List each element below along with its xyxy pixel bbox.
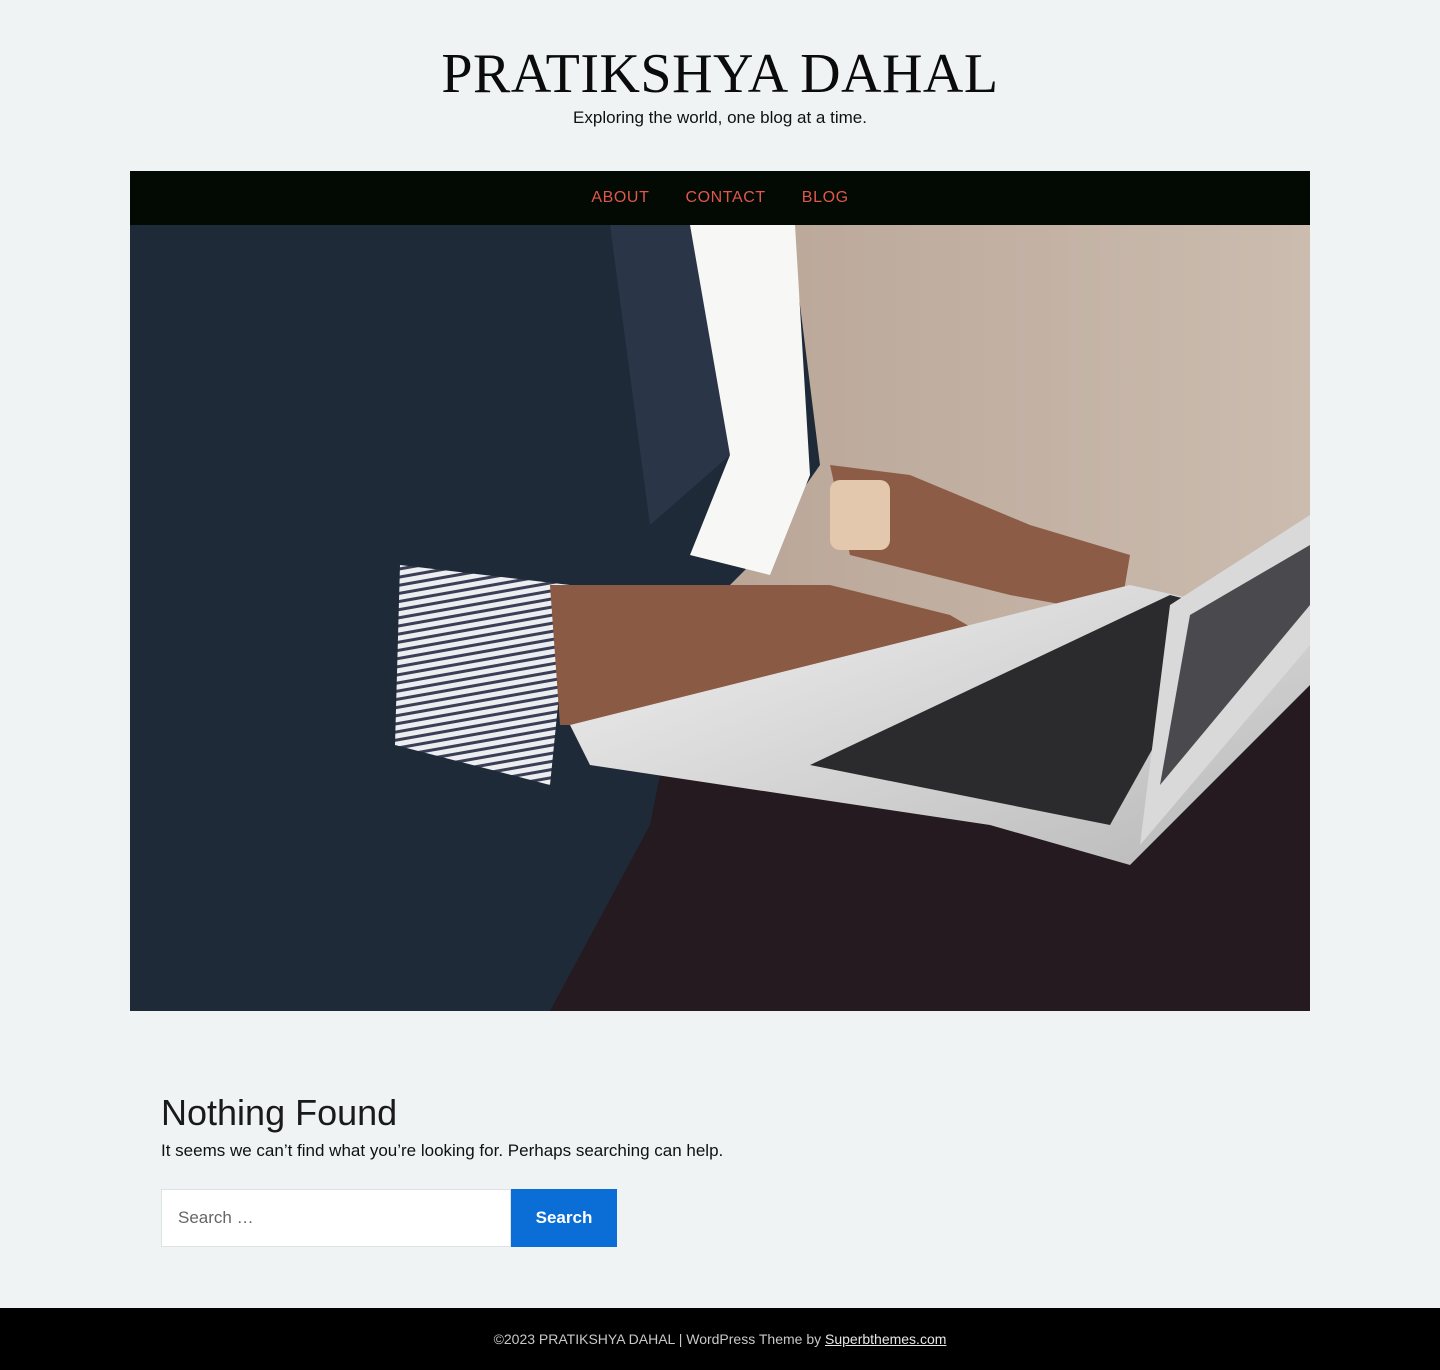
nav-item-blog[interactable]: BLOG (802, 171, 849, 225)
nav-item-contact[interactable]: CONTACT (685, 171, 765, 225)
hero-image (130, 225, 1310, 1011)
main-navigation: ABOUT CONTACT BLOG (130, 171, 1310, 225)
hero-illustration (130, 225, 1310, 1011)
page-title: Nothing Found (161, 1092, 398, 1133)
search-input[interactable] (161, 1189, 511, 1247)
site-header: PRATIKSHYA DAHAL Exploring the world, on… (0, 0, 1440, 171)
site-title[interactable]: PRATIKSHYA DAHAL (0, 42, 1440, 106)
footer-copyright: ©2023 PRATIKSHYA DAHAL | WordPress Theme… (493, 1331, 825, 1347)
site-footer: ©2023 PRATIKSHYA DAHAL | WordPress Theme… (0, 1308, 1440, 1370)
not-found-message: It seems we can’t find what you’re looki… (161, 1141, 724, 1160)
nav-item-about[interactable]: ABOUT (591, 171, 649, 225)
footer-credit-link[interactable]: Superbthemes.com (825, 1331, 946, 1347)
site-tagline: Exploring the world, one blog at a time. (573, 108, 867, 127)
search-form: Search (161, 1189, 617, 1247)
search-button[interactable]: Search (511, 1189, 617, 1247)
